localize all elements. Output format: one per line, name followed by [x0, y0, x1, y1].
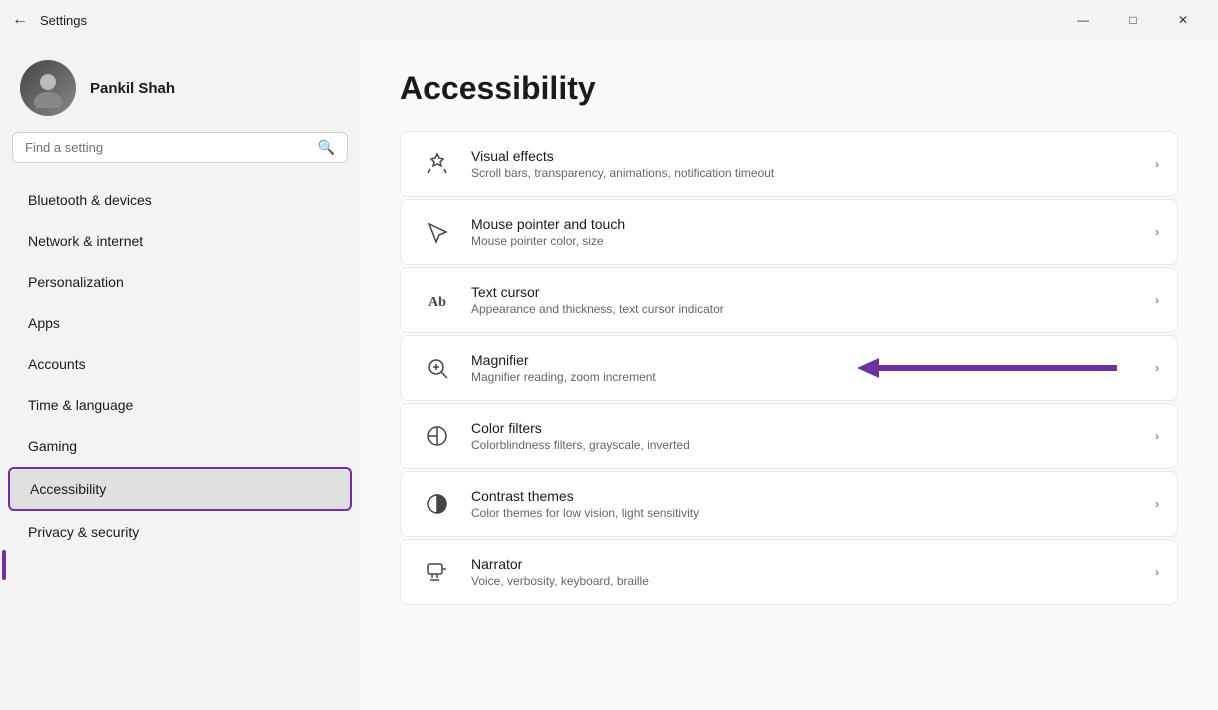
avatar — [20, 60, 76, 116]
settings-item-magnifier[interactable]: Magnifier Magnifier reading, zoom increme… — [400, 335, 1178, 401]
contrast-themes-title: Contrast themes — [471, 488, 1139, 504]
text-cursor-desc: Appearance and thickness, text cursor in… — [471, 302, 1139, 316]
contrast-themes-icon — [419, 486, 455, 522]
mouse-pointer-chevron: › — [1155, 225, 1159, 239]
visual-effects-desc: Scroll bars, transparency, animations, n… — [471, 166, 1139, 180]
sidebar-item-bluetooth[interactable]: Bluetooth & devices — [8, 180, 352, 220]
sidebar-item-accounts[interactable]: Accounts — [8, 344, 352, 384]
search-input[interactable] — [25, 140, 310, 155]
search-box[interactable]: 🔍 — [12, 132, 348, 163]
title-bar-left: ← Settings — [12, 11, 87, 29]
sidebar-item-personalization[interactable]: Personalization — [8, 262, 352, 302]
visual-effects-chevron: › — [1155, 157, 1159, 171]
close-button[interactable]: ✕ — [1160, 4, 1206, 36]
magnifier-desc: Magnifier reading, zoom increment — [471, 370, 1139, 384]
settings-item-contrast-themes[interactable]: Contrast themes Color themes for low visi… — [400, 471, 1178, 537]
magnifier-title: Magnifier — [471, 352, 1139, 368]
mouse-pointer-desc: Mouse pointer color, size — [471, 234, 1139, 248]
sidebar-item-accessibility[interactable]: Accessibility — [8, 467, 352, 511]
sidebar: Pankil Shah 🔍 Bluetooth & devicesNetwork… — [0, 40, 360, 710]
narrator-text: Narrator Voice, verbosity, keyboard, brai… — [471, 556, 1139, 588]
color-filters-title: Color filters — [471, 420, 1139, 436]
visual-effects-text: Visual effects Scroll bars, transparency,… — [471, 148, 1139, 180]
user-profile[interactable]: Pankil Shah — [0, 40, 360, 132]
text-cursor-chevron: › — [1155, 293, 1159, 307]
maximize-button[interactable]: □ — [1110, 4, 1156, 36]
user-name: Pankil Shah — [90, 80, 175, 97]
color-filters-chevron: › — [1155, 429, 1159, 443]
narrator-chevron: › — [1155, 565, 1159, 579]
settings-item-mouse-pointer[interactable]: Mouse pointer and touch Mouse pointer col… — [400, 199, 1178, 265]
back-icon[interactable]: ← — [12, 11, 28, 29]
narrator-desc: Voice, verbosity, keyboard, braille — [471, 574, 1139, 588]
sidebar-item-privacy[interactable]: Privacy & security — [8, 512, 352, 552]
app-body: Pankil Shah 🔍 Bluetooth & devicesNetwork… — [0, 40, 1218, 710]
color-filters-desc: Colorblindness filters, grayscale, inver… — [471, 438, 1139, 452]
mouse-pointer-title: Mouse pointer and touch — [471, 216, 1139, 232]
sidebar-item-gaming[interactable]: Gaming — [8, 426, 352, 466]
color-filters-text: Color filters Colorblindness filters, gra… — [471, 420, 1139, 452]
avatar-image — [20, 60, 76, 116]
magnifier-chevron: › — [1155, 361, 1159, 375]
contrast-themes-desc: Color themes for low vision, light sensi… — [471, 506, 1139, 520]
settings-list: Visual effects Scroll bars, transparency,… — [400, 131, 1178, 605]
title-bar-controls: — □ ✕ — [1060, 4, 1206, 36]
settings-item-text-cursor[interactable]: Ab Text cursor Appearance and thickness, t… — [400, 267, 1178, 333]
visual-effects-icon — [419, 146, 455, 182]
color-filters-icon — [419, 418, 455, 454]
visual-effects-title: Visual effects — [471, 148, 1139, 164]
sidebar-item-time[interactable]: Time & language — [8, 385, 352, 425]
mouse-pointer-text: Mouse pointer and touch Mouse pointer col… — [471, 216, 1139, 248]
page-title: Accessibility — [400, 70, 1178, 107]
app-title: Settings — [40, 13, 87, 28]
text-cursor-title: Text cursor — [471, 284, 1139, 300]
svg-text:Ab: Ab — [428, 295, 446, 310]
contrast-themes-text: Contrast themes Color themes for low visi… — [471, 488, 1139, 520]
minimize-button[interactable]: — — [1060, 4, 1106, 36]
settings-item-visual-effects[interactable]: Visual effects Scroll bars, transparency,… — [400, 131, 1178, 197]
contrast-themes-chevron: › — [1155, 497, 1159, 511]
settings-item-narrator[interactable]: Narrator Voice, verbosity, keyboard, brai… — [400, 539, 1178, 605]
magnifier-text: Magnifier Magnifier reading, zoom increme… — [471, 352, 1139, 384]
text-cursor-text: Text cursor Appearance and thickness, tex… — [471, 284, 1139, 316]
scroll-bar-indicator — [2, 550, 6, 580]
main-content: Accessibility Visual effects Scroll bars,… — [360, 40, 1218, 710]
sidebar-item-apps[interactable]: Apps — [8, 303, 352, 343]
text-cursor-icon: Ab — [419, 282, 455, 318]
title-bar: ← Settings — □ ✕ — [0, 0, 1218, 40]
narrator-icon — [419, 554, 455, 590]
sidebar-item-network[interactable]: Network & internet — [8, 221, 352, 261]
search-icon: 🔍 — [318, 139, 335, 156]
settings-item-color-filters[interactable]: Color filters Colorblindness filters, gra… — [400, 403, 1178, 469]
mouse-pointer-icon — [419, 214, 455, 250]
narrator-title: Narrator — [471, 556, 1139, 572]
magnifier-icon — [419, 350, 455, 386]
nav-list: Bluetooth & devicesNetwork & internetPer… — [0, 175, 360, 710]
